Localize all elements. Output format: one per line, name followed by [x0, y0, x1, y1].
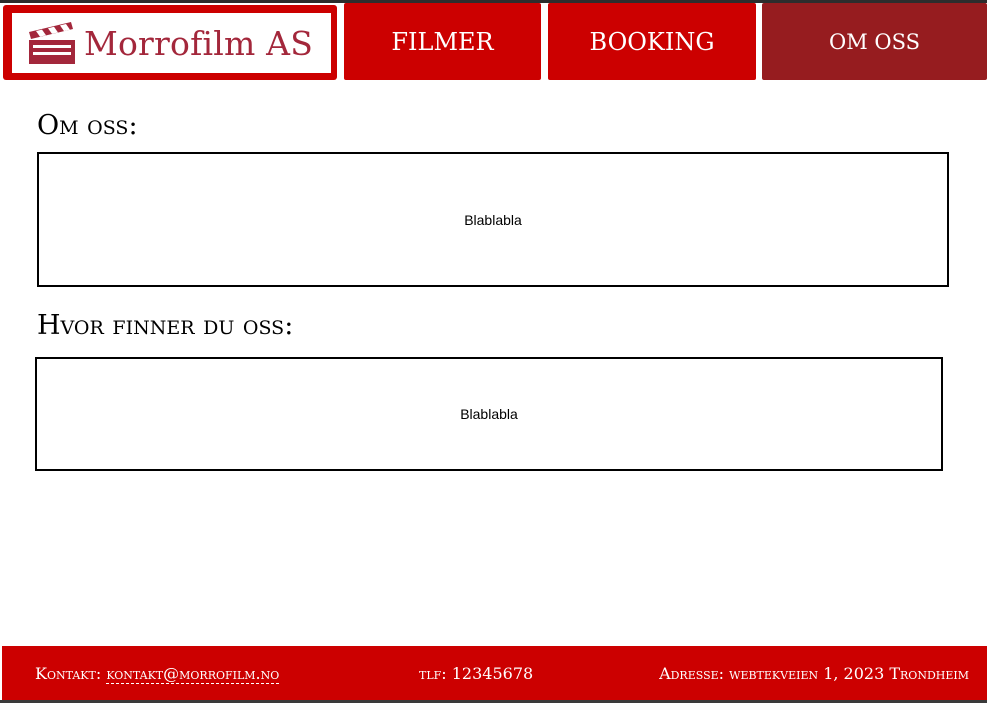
nav-filmer[interactable]: FILMER	[344, 3, 541, 80]
section-title-om-oss: Om oss:	[37, 110, 138, 141]
site-footer: Kontakt: kontakt@morrofilm.no tlf: 12345…	[2, 646, 987, 700]
nav-booking[interactable]: BOOKING	[548, 3, 756, 80]
nav-om-oss[interactable]: OM OSS	[762, 3, 987, 80]
logo: Morrofilm AS	[12, 13, 331, 73]
footer-contact: Kontakt: kontakt@morrofilm.no	[35, 664, 280, 684]
hvor-finner-du-oss-text: Blablabla	[460, 406, 518, 422]
hvor-finner-du-oss-box: Blablabla	[35, 357, 943, 471]
om-oss-box: Blablabla	[37, 152, 949, 287]
om-oss-text: Blablabla	[464, 211, 522, 228]
footer-address: Adresse: webtekveien 1, 2023 Trondheim	[659, 664, 969, 683]
contact-email-link[interactable]: kontakt@morrofilm.no	[106, 664, 280, 684]
site-header: Morrofilm AS FILMER BOOKING OM OSS	[0, 3, 987, 81]
footer-phone: tlf: 12345678	[419, 664, 534, 683]
clapperboard-icon	[29, 22, 75, 64]
contact-label: Kontakt:	[35, 664, 102, 683]
logo-text: Morrofilm AS	[84, 23, 314, 63]
logo-link[interactable]: Morrofilm AS	[3, 5, 337, 80]
section-title-hvor-finner-du-oss: Hvor finner du oss:	[37, 310, 294, 341]
